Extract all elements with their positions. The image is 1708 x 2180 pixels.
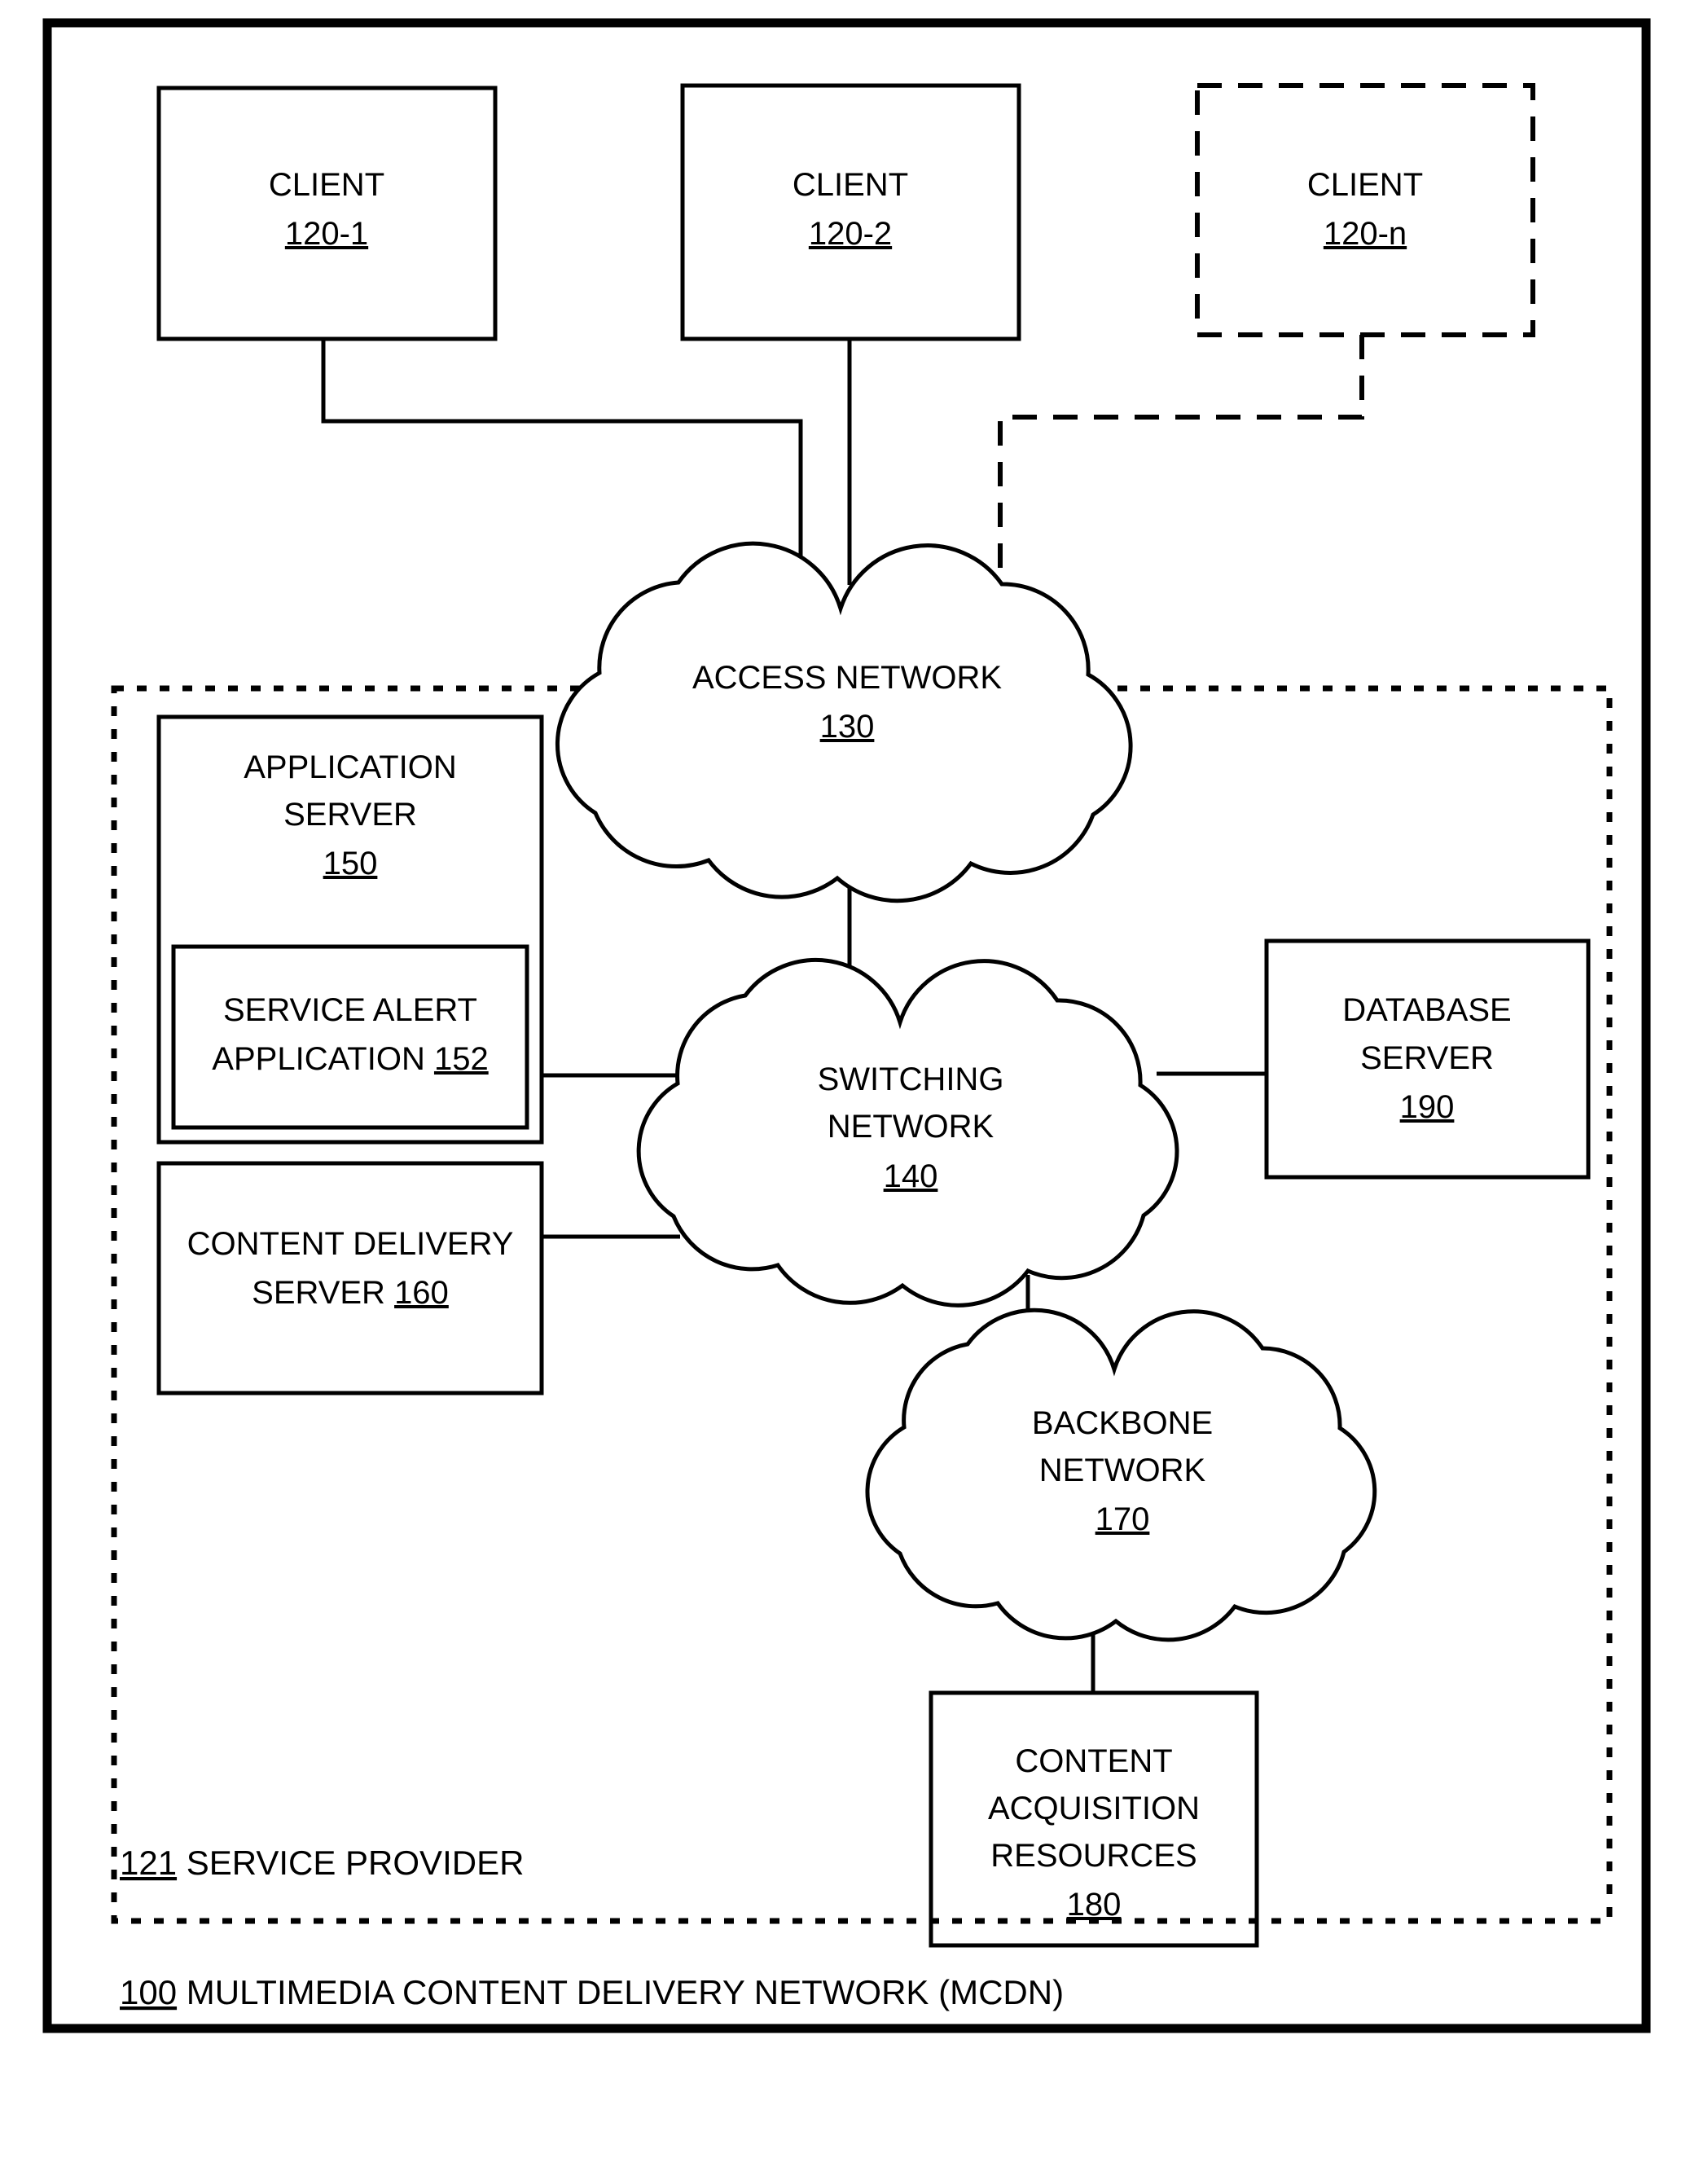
- node-content-acquisition-resources[interactable]: CONTENT ACQUISITION RESOURCES 180: [929, 1690, 1259, 1948]
- access-network-title: ACCESS NETWORK: [692, 660, 1002, 696]
- mcdn-ref: 100: [120, 1973, 177, 2011]
- switching-network-ref: 140: [884, 1158, 938, 1194]
- node-backbone-network[interactable]: BACKBONE NETWORK 170: [865, 1308, 1377, 1642]
- client-n-ref: 120-n: [1324, 216, 1407, 252]
- content-delivery-server-ref: 160: [394, 1275, 449, 1311]
- client-n-title: CLIENT: [1307, 167, 1423, 203]
- service-alert-application-ref: 152: [434, 1041, 489, 1077]
- access-network-ref: 130: [820, 709, 875, 745]
- content-acquisition-ref: 180: [1067, 1887, 1122, 1923]
- service-provider-ref: 121: [120, 1844, 177, 1882]
- node-client-1[interactable]: CLIENT 120-1: [156, 86, 498, 341]
- client-n-box[interactable]: [1195, 83, 1535, 337]
- node-client-n[interactable]: CLIENT 120-n: [1195, 83, 1535, 337]
- service-alert-application-box[interactable]: [171, 944, 529, 1130]
- database-server-ref: 190: [1400, 1089, 1455, 1125]
- connector-client-1-to-access-network: [321, 339, 803, 570]
- client-2-title: CLIENT: [793, 167, 908, 203]
- application-server-ref: 150: [323, 846, 378, 881]
- database-server-title-line1: DATABASE: [1342, 992, 1511, 1028]
- patent-figure: CLIENT 120-1 CLIENT 120-2 CLIENT 120-n A…: [0, 0, 1708, 2180]
- node-service-alert-application[interactable]: SERVICE ALERT APPLICATION 152: [171, 944, 529, 1130]
- backbone-network-title-line1: BACKBONE: [1032, 1405, 1213, 1441]
- application-server-title-line2: SERVER: [283, 797, 417, 833]
- service-provider-label: SERVICE PROVIDER: [177, 1844, 524, 1882]
- network-architecture-diagram: CLIENT 120-1 CLIENT 120-2 CLIENT 120-n A…: [42, 18, 1651, 2033]
- node-client-2[interactable]: CLIENT 120-2: [680, 83, 1021, 341]
- content-acquisition-title-line3: RESOURCES: [990, 1838, 1196, 1874]
- switching-network-title-line2: NETWORK: [828, 1109, 995, 1145]
- client-1-title: CLIENT: [269, 167, 384, 203]
- switching-network-title-line1: SWITCHING: [818, 1061, 1004, 1097]
- content-delivery-server-label: SERVER: [252, 1275, 394, 1311]
- client-1-ref: 120-1: [285, 216, 368, 252]
- content-acquisition-title-line1: CONTENT: [1015, 1743, 1172, 1779]
- database-server-title-line2: SERVER: [1360, 1040, 1494, 1076]
- application-server-title-line1: APPLICATION: [244, 749, 457, 785]
- node-access-network[interactable]: ACCESS NETWORK 130: [555, 541, 1133, 903]
- content-delivery-server-title-line2: SERVER 160: [252, 1275, 449, 1311]
- client-1-box[interactable]: [156, 86, 498, 341]
- node-application-server[interactable]: APPLICATION SERVER 150 SERVICE ALERT APP…: [156, 714, 544, 1145]
- service-alert-application-title-line1: SERVICE ALERT: [223, 992, 477, 1028]
- content-acquisition-title-line2: ACQUISITION: [988, 1791, 1200, 1826]
- service-alert-application-label: APPLICATION: [212, 1041, 434, 1077]
- backbone-network-title-line2: NETWORK: [1039, 1453, 1206, 1488]
- node-switching-network[interactable]: SWITCHING NETWORK 140: [636, 957, 1179, 1308]
- client-2-ref: 120-2: [809, 216, 892, 252]
- node-content-delivery-server[interactable]: CONTENT DELIVERY SERVER 160: [156, 1161, 544, 1395]
- service-provider-caption: 121 SERVICE PROVIDER: [120, 1844, 524, 1882]
- mcdn-caption: 100 MULTIMEDIA CONTENT DELIVERY NETWORK …: [120, 1973, 1064, 2011]
- backbone-network-ref: 170: [1095, 1501, 1150, 1537]
- service-alert-application-title-line2: APPLICATION 152: [212, 1041, 488, 1077]
- mcdn-label: MULTIMEDIA CONTENT DELIVERY NETWORK (MCD…: [177, 1973, 1064, 2011]
- content-delivery-server-title-line1: CONTENT DELIVERY: [187, 1226, 514, 1262]
- node-database-server[interactable]: DATABASE SERVER 190: [1264, 938, 1591, 1180]
- connector-client-n-to-access-network: [998, 335, 1364, 572]
- client-2-box[interactable]: [680, 83, 1021, 341]
